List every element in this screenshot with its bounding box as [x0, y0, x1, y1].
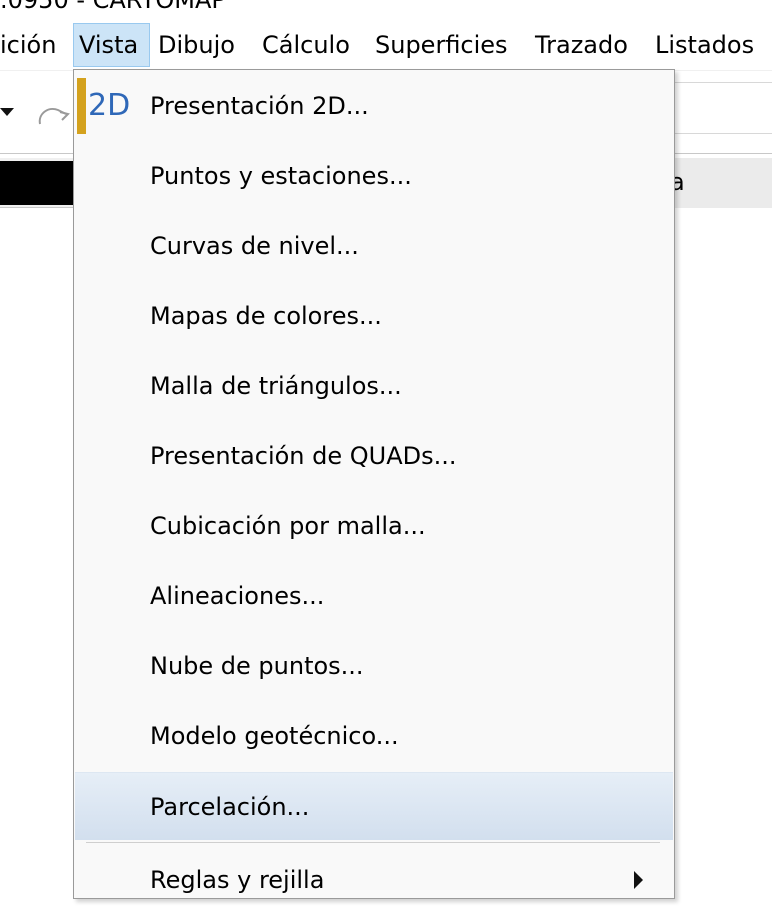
- menu-separator: [86, 842, 660, 843]
- menu-item-nube-puntos[interactable]: Nube de puntos...: [75, 632, 673, 700]
- menu-bar: ición Vista Dibujo Cálculo Superficies T…: [0, 20, 772, 71]
- menu-item-modelo-geotecnico[interactable]: Modelo geotécnico...: [75, 702, 673, 770]
- menu-item-curvas-nivel[interactable]: Curvas de nivel...: [75, 212, 673, 280]
- menu-item-cubicacion-malla[interactable]: Cubicación por malla...: [75, 492, 673, 560]
- menu-item-label: Parcelación...: [150, 792, 310, 821]
- menu-edicion[interactable]: ición: [0, 24, 61, 66]
- menu-superficies[interactable]: Superficies: [370, 24, 513, 66]
- menu-item-label: Alineaciones...: [150, 582, 325, 610]
- menu-item-label: Curvas de nivel...: [150, 232, 359, 260]
- menu-item-label: Modelo geotécnico...: [150, 722, 399, 750]
- vista-dropdown-menu: 2D Presentación 2D... Puntos y estacione…: [73, 69, 675, 899]
- toolbar-field[interactable]: [674, 82, 772, 134]
- title-bar: .0950 - CARTOMAP: [0, 0, 772, 20]
- menu-item-puntos-estaciones[interactable]: Puntos y estaciones...: [75, 142, 673, 210]
- menu-calculo[interactable]: Cálculo: [257, 24, 355, 66]
- menu-item-label: Presentación 2D...: [150, 92, 369, 120]
- window-title: .0950 - CARTOMAP: [0, 0, 226, 14]
- menu-item-label: Puntos y estaciones...: [150, 162, 412, 190]
- document-tab-black[interactable]: [0, 161, 74, 205]
- menu-item-parcelacion[interactable]: Parcelación...: [75, 772, 673, 840]
- menu-item-label: Malla de triángulos...: [150, 372, 402, 400]
- dropdown-arrow-icon[interactable]: [0, 108, 14, 116]
- menu-item-presentacion-2d[interactable]: 2D Presentación 2D...: [75, 72, 673, 140]
- menu-listados[interactable]: Listados: [650, 24, 759, 66]
- menu-item-label: Presentación de QUADs...: [150, 442, 457, 470]
- menu-item-malla-triangulos[interactable]: Malla de triángulos...: [75, 352, 673, 420]
- menu-item-label: Nube de puntos...: [150, 652, 364, 680]
- menu-item-mapas-colores[interactable]: Mapas de colores...: [75, 282, 673, 350]
- accent-bar: [77, 78, 86, 134]
- menu-trazado[interactable]: Trazado: [530, 24, 633, 66]
- 2d-icon: 2D: [88, 88, 131, 123]
- submenu-arrow-icon: [634, 871, 643, 889]
- menu-item-presentacion-quads[interactable]: Presentación de QUADs...: [75, 422, 673, 490]
- menu-dibujo[interactable]: Dibujo: [153, 24, 240, 66]
- menu-item-label: Mapas de colores...: [150, 302, 382, 330]
- menu-item-reglas-rejilla[interactable]: Reglas y rejilla: [75, 846, 673, 914]
- redo-icon[interactable]: [36, 100, 72, 128]
- menu-item-alineaciones[interactable]: Alineaciones...: [75, 562, 673, 630]
- menu-item-label: Cubicación por malla...: [150, 512, 426, 540]
- menu-item-label: Reglas y rejilla: [150, 866, 325, 894]
- menu-vista[interactable]: Vista: [73, 23, 150, 67]
